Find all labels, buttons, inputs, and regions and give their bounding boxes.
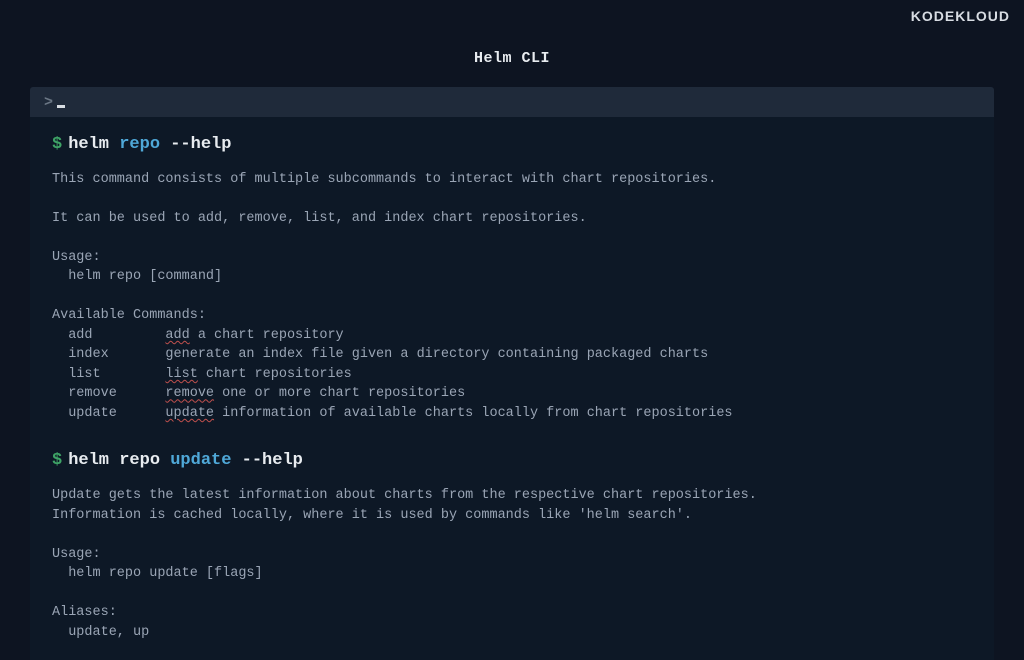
logo-text-2: K <box>955 8 966 24</box>
blank <box>52 289 972 305</box>
terminal-window: > $ helm repo --help This command consist… <box>30 87 994 660</box>
blank <box>52 586 972 602</box>
cmd-row-index: index generate an index file given a dir… <box>52 347 972 363</box>
help-description-2: It can be used to add, remove, list, and… <box>52 211 972 227</box>
cmd-row-update: update update information of available c… <box>52 406 972 422</box>
brand-logo: KODEKLOUD <box>911 8 1010 24</box>
terminal-body[interactable]: $ helm repo --help This command consists … <box>30 117 994 660</box>
prompt-dollar: $ <box>52 451 62 470</box>
help-description-2: Information is cached locally, where it … <box>52 508 972 524</box>
command-line-2: $ helm repo update --help <box>52 449 972 474</box>
cmd-subcommand: update <box>170 451 231 470</box>
cmd-flags: --help <box>231 451 302 470</box>
cmd-text: helm repo <box>68 451 170 470</box>
cursor <box>57 105 65 108</box>
cmd-row-list: list list chart repositories <box>52 367 972 383</box>
aliases-label: Aliases: <box>52 605 972 621</box>
blank <box>52 527 972 543</box>
cmd-row-remove: remove remove one or more chart reposito… <box>52 386 972 402</box>
logo-text-3: LOUD <box>966 8 1010 24</box>
usage-command: helm repo [command] <box>52 269 972 285</box>
usage-command: helm repo update [flags] <box>52 566 972 582</box>
usage-label: Usage: <box>52 250 972 266</box>
aliases-list: update, up <box>52 625 972 641</box>
page-title: Helm CLI <box>0 0 1024 87</box>
usage-label: Usage: <box>52 547 972 563</box>
cmd-row-add: add add a chart repository <box>52 328 972 344</box>
cmd-flags: --help <box>160 135 231 154</box>
blank <box>52 230 972 246</box>
terminal-tab-bar[interactable]: > <box>30 87 994 117</box>
cmd-text: helm <box>68 135 119 154</box>
available-commands-label: Available Commands: <box>52 308 972 324</box>
blank <box>52 191 972 207</box>
help-description-1: Update gets the latest information about… <box>52 488 972 504</box>
help-description-1: This command consists of multiple subcom… <box>52 172 972 188</box>
logo-text-1: KODE <box>911 8 955 24</box>
command-line-1: $ helm repo --help <box>52 133 972 158</box>
prompt-icon: > <box>44 94 53 111</box>
cmd-subcommand: repo <box>119 135 160 154</box>
prompt-dollar: $ <box>52 135 62 154</box>
